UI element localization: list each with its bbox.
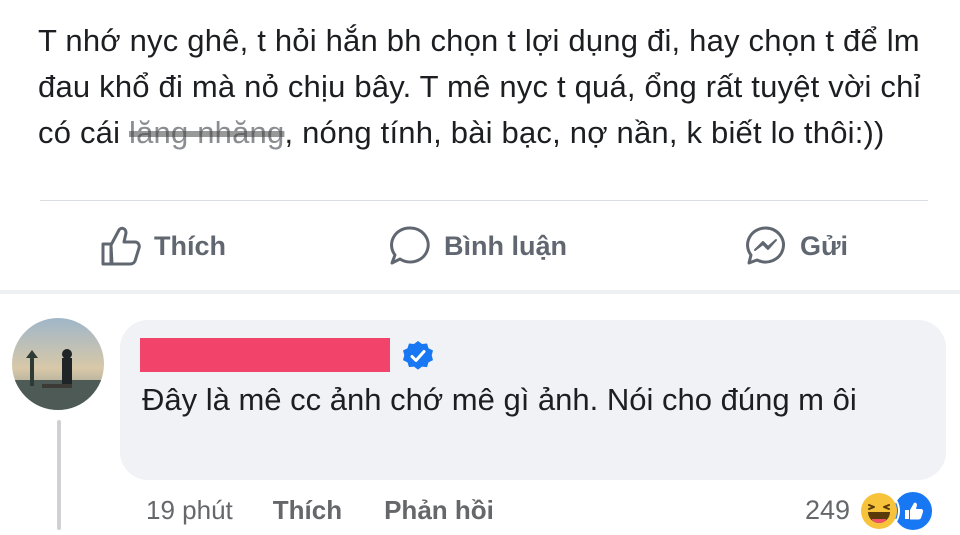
comment-reply-button[interactable]: Phản hồi <box>384 495 494 526</box>
reaction-icons <box>858 488 938 532</box>
post-action-bar: Thích Bình luận Gửi <box>0 218 960 274</box>
comment-label: Bình luận <box>444 230 567 261</box>
comment-meta: 19 phút Thích Phản hồi <box>146 490 536 530</box>
comment-like-button[interactable]: Thích <box>273 495 342 526</box>
avatar[interactable] <box>12 318 104 410</box>
post-text-struck: lăng nhăng <box>129 115 285 150</box>
comment-text: Đây là mê cc ảnh chớ mê gì ảnh. Nói cho … <box>142 382 857 417</box>
thread-line <box>57 420 61 530</box>
divider <box>40 200 928 201</box>
post-text: T nhớ nyc ghê, t hỏi hắn bh chọn t lợi d… <box>38 18 938 156</box>
redacted-commenter-name <box>140 338 390 372</box>
section-divider <box>0 290 960 294</box>
verified-badge-icon <box>402 340 434 377</box>
send-label: Gửi <box>800 230 849 261</box>
comment-icon <box>388 224 432 268</box>
reaction-summary[interactable]: 249 <box>805 488 938 532</box>
post-text-part-2: , nóng tính, bài bạc, nợ nần, k biết lo … <box>284 115 885 150</box>
comment-button[interactable]: Bình luận <box>388 218 567 274</box>
thumbs-up-icon <box>98 224 142 268</box>
send-button[interactable]: Gửi <box>744 218 848 274</box>
comment-bubble: Đây là mê cc ảnh chớ mê gì ảnh. Nói cho … <box>120 320 946 480</box>
like-label: Thích <box>154 230 226 261</box>
messenger-icon <box>744 224 788 268</box>
comment-time[interactable]: 19 phút <box>146 495 233 526</box>
like-button[interactable]: Thích <box>98 218 226 274</box>
haha-reaction-icon <box>858 490 901 532</box>
reaction-count: 249 <box>805 494 851 525</box>
